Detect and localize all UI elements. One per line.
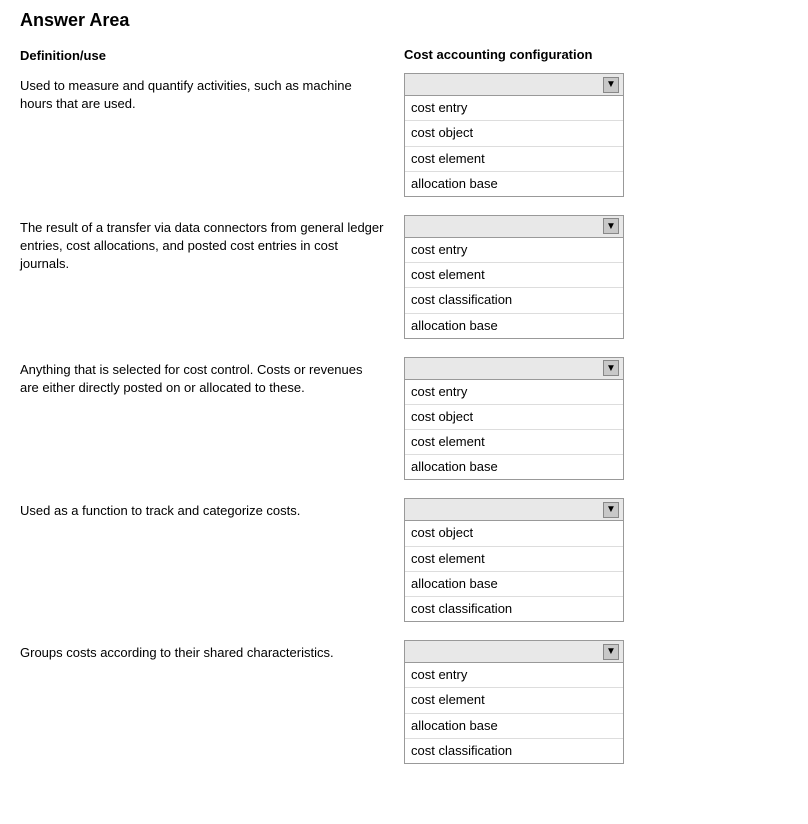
dropdown-arrow-1[interactable]: ▼ <box>603 77 619 93</box>
list-item[interactable]: cost object <box>405 121 623 146</box>
table-row: Used to measure and quantify activities,… <box>20 73 788 197</box>
list-item[interactable]: allocation base <box>405 572 623 597</box>
definition-header: Definition/use <box>20 48 106 63</box>
dropdown-5[interactable]: ▼ cost entry cost element allocation bas… <box>404 640 624 764</box>
definition-text-2: The result of a transfer via data connec… <box>20 220 383 271</box>
table-row: The result of a transfer via data connec… <box>20 215 788 339</box>
dropdown-arrow-2[interactable]: ▼ <box>603 218 619 234</box>
list-item[interactable]: cost element <box>405 263 623 288</box>
dropdown-3[interactable]: ▼ cost entry cost object cost element al… <box>404 357 624 481</box>
list-item[interactable]: allocation base <box>405 314 623 338</box>
table-row: Anything that is selected for cost contr… <box>20 357 788 481</box>
config-header: Cost accounting configuration <box>404 47 593 62</box>
list-item[interactable]: cost entry <box>405 663 623 688</box>
dropdown-1[interactable]: ▼ cost entry cost object cost element al… <box>404 73 624 197</box>
table-row: Used as a function to track and categori… <box>20 498 788 622</box>
definition-text-5: Groups costs according to their shared c… <box>20 645 334 660</box>
table-row: Groups costs according to their shared c… <box>20 640 788 764</box>
definition-text-1: Used to measure and quantify activities,… <box>20 78 352 111</box>
list-item[interactable]: cost element <box>405 430 623 455</box>
definition-text-3: Anything that is selected for cost contr… <box>20 362 363 395</box>
dropdown-arrow-5[interactable]: ▼ <box>603 644 619 660</box>
dropdown-options-4: cost object cost element allocation base… <box>405 521 623 621</box>
dropdown-4[interactable]: ▼ cost object cost element allocation ba… <box>404 498 624 622</box>
dropdown-options-3: cost entry cost object cost element allo… <box>405 380 623 480</box>
list-item[interactable]: cost entry <box>405 380 623 405</box>
list-item[interactable]: allocation base <box>405 714 623 739</box>
list-item[interactable]: cost classification <box>405 739 623 763</box>
definition-text-4: Used as a function to track and categori… <box>20 503 300 518</box>
page-title: Answer Area <box>20 10 788 31</box>
list-item[interactable]: cost classification <box>405 597 623 621</box>
list-item[interactable]: cost classification <box>405 288 623 313</box>
dropdown-arrow-3[interactable]: ▼ <box>603 360 619 376</box>
dropdown-options-2: cost entry cost element cost classificat… <box>405 238 623 338</box>
list-item[interactable]: allocation base <box>405 172 623 196</box>
list-item[interactable]: cost element <box>405 147 623 172</box>
dropdown-options-5: cost entry cost element allocation base … <box>405 663 623 763</box>
list-item[interactable]: cost entry <box>405 96 623 121</box>
dropdown-arrow-4[interactable]: ▼ <box>603 502 619 518</box>
dropdown-options-1: cost entry cost object cost element allo… <box>405 96 623 196</box>
list-item[interactable]: cost element <box>405 688 623 713</box>
dropdown-2[interactable]: ▼ cost entry cost element cost classific… <box>404 215 624 339</box>
list-item[interactable]: cost object <box>405 521 623 546</box>
list-item[interactable]: cost element <box>405 547 623 572</box>
list-item[interactable]: allocation base <box>405 455 623 479</box>
list-item[interactable]: cost entry <box>405 238 623 263</box>
list-item[interactable]: cost object <box>405 405 623 430</box>
